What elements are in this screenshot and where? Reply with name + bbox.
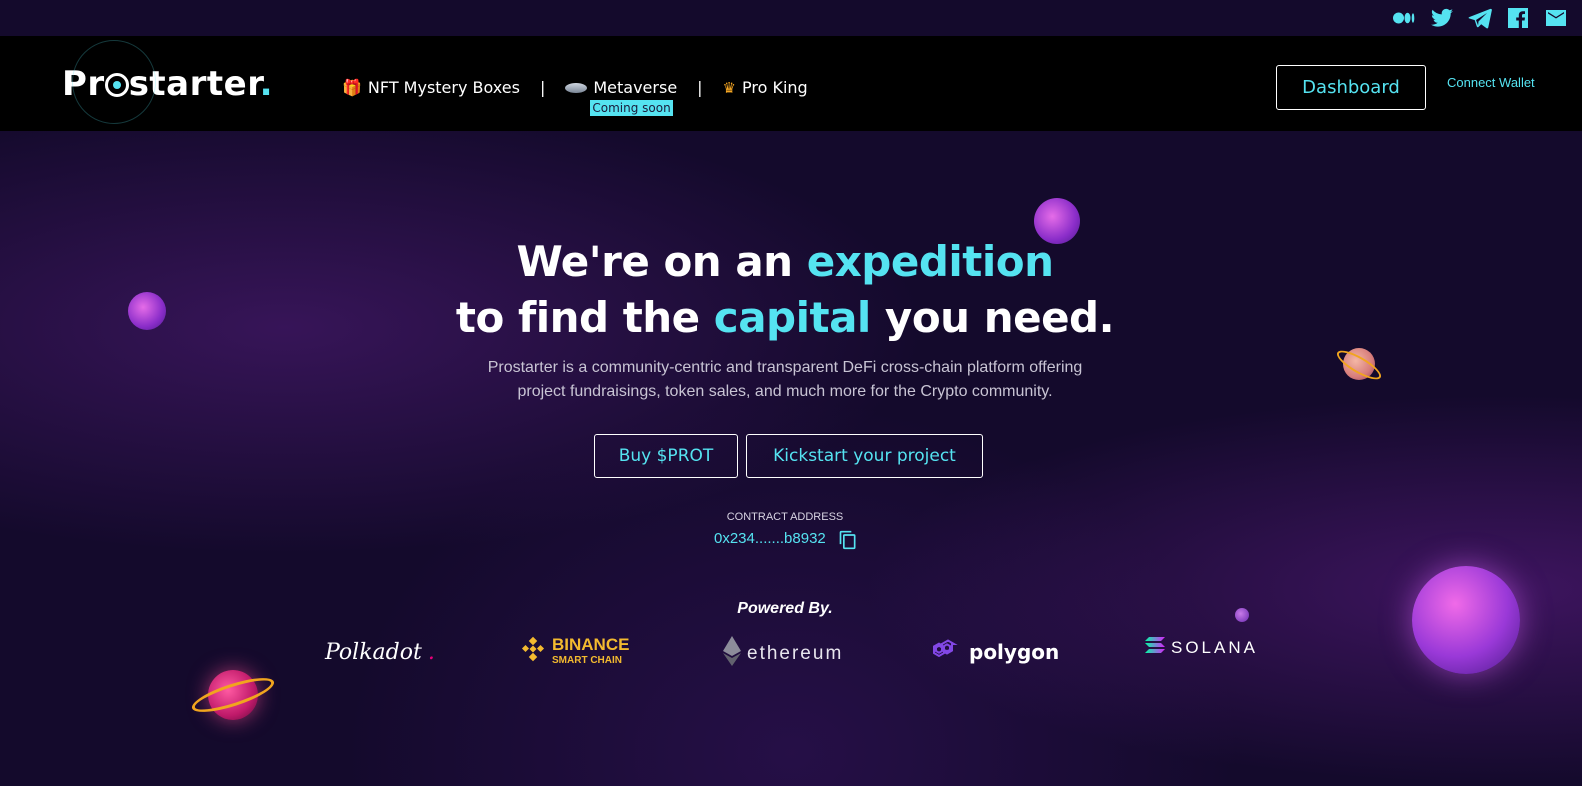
polygon-logo: polygon (933, 636, 1059, 667)
facebook-icon[interactable] (1506, 6, 1530, 30)
nav-links: 🎁 NFT Mystery Boxes | Metaverse Coming s… (342, 78, 808, 116)
buy-prot-button[interactable]: Buy $PROT (594, 434, 738, 478)
navbar: Pr starter. 🎁 NFT Mystery Boxes | Metaver… (0, 36, 1582, 131)
dashboard-button[interactable]: Dashboard (1276, 65, 1426, 110)
nav-separator: | (697, 78, 703, 97)
medium-icon[interactable] (1392, 6, 1416, 30)
telegram-icon[interactable] (1468, 6, 1492, 30)
contract-address-label: CONTRACT ADDRESS (726, 511, 844, 523)
prostarter-logo[interactable]: Pr starter. (62, 40, 273, 124)
coming-soon-badge: Coming soon (590, 100, 673, 116)
nav-item-nft-mystery-boxes[interactable]: 🎁 NFT Mystery Boxes (342, 78, 520, 97)
ufo-icon (565, 82, 588, 93)
social-links (1392, 6, 1568, 30)
solana-logo: SOLANA (1145, 636, 1258, 659)
binance-smart-chain-logo: BINANCE SMART CHAIN (520, 636, 629, 667)
nav-item-metaverse[interactable]: Metaverse Coming soon (565, 78, 677, 116)
hero-description: Prostarter is a community-centric and tr… (487, 359, 1083, 400)
ethereum-logo: ethereum (723, 636, 843, 672)
top-bar (0, 0, 1582, 36)
crown-icon: ♛ (722, 78, 736, 97)
polygon-icon (933, 636, 963, 667)
twitter-icon[interactable] (1430, 6, 1454, 30)
contract-address: 0x234.......b8932 (714, 530, 826, 547)
logo-o-icon (104, 73, 129, 97)
hero-headline: We're on an expedition to find the capit… (455, 237, 1115, 342)
planet-icon (1412, 566, 1520, 674)
powered-by-label: Powered By. (737, 600, 833, 617)
nav-item-pro-king[interactable]: ♛ Pro King (723, 78, 808, 97)
nav-separator: | (539, 78, 546, 97)
mail-icon[interactable] (1544, 6, 1568, 30)
copy-icon[interactable] (838, 530, 858, 550)
binance-icon (520, 636, 546, 667)
solana-icon (1145, 636, 1165, 659)
connect-wallet-link[interactable]: Connect Wallet (1447, 75, 1535, 90)
gift-icon: 🎁 (342, 78, 362, 97)
ethereum-icon (723, 636, 741, 672)
kickstart-project-button[interactable]: Kickstart your project (746, 434, 983, 478)
polkadot-logo: Polkadot. (325, 640, 435, 665)
